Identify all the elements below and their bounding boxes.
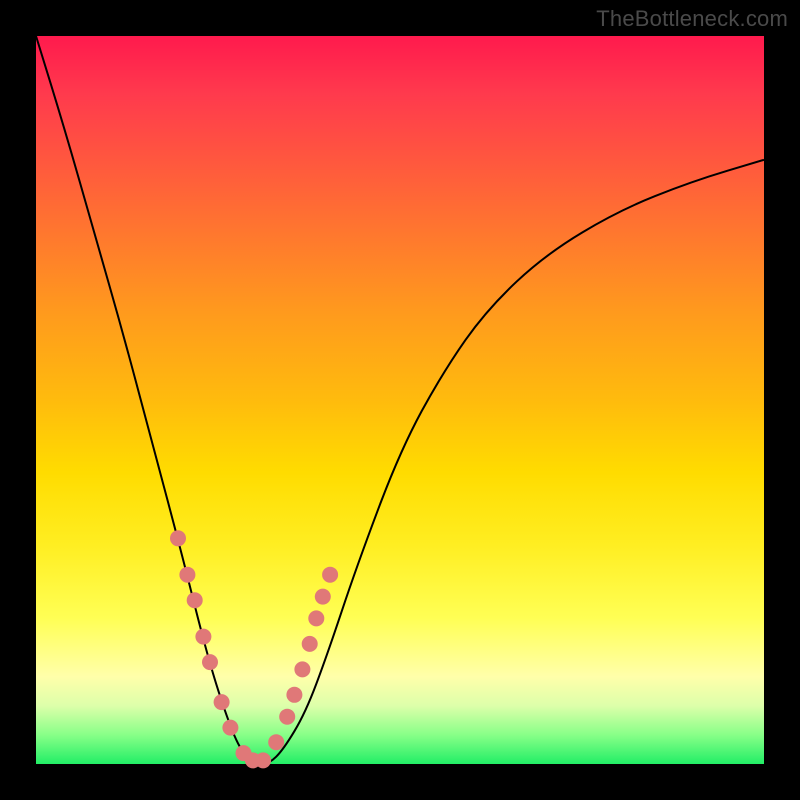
watermark-text: TheBottleneck.com xyxy=(596,6,788,32)
highlight-markers xyxy=(170,530,338,768)
highlight-point xyxy=(187,592,203,608)
highlight-point xyxy=(214,694,230,710)
bottleneck-curve xyxy=(36,36,764,764)
highlight-point xyxy=(202,654,218,670)
highlight-point xyxy=(302,636,318,652)
chart-frame: TheBottleneck.com xyxy=(0,0,800,800)
plot-area xyxy=(36,36,764,764)
highlight-point xyxy=(268,734,284,750)
highlight-point xyxy=(315,589,331,605)
highlight-point xyxy=(308,610,324,626)
highlight-point xyxy=(255,752,271,768)
highlight-point xyxy=(286,687,302,703)
highlight-point xyxy=(195,629,211,645)
highlight-point xyxy=(322,567,338,583)
highlight-point xyxy=(170,530,186,546)
highlight-point xyxy=(179,567,195,583)
highlight-point xyxy=(222,720,238,736)
highlight-point xyxy=(294,661,310,677)
curve-overlay xyxy=(36,36,764,764)
highlight-point xyxy=(279,709,295,725)
